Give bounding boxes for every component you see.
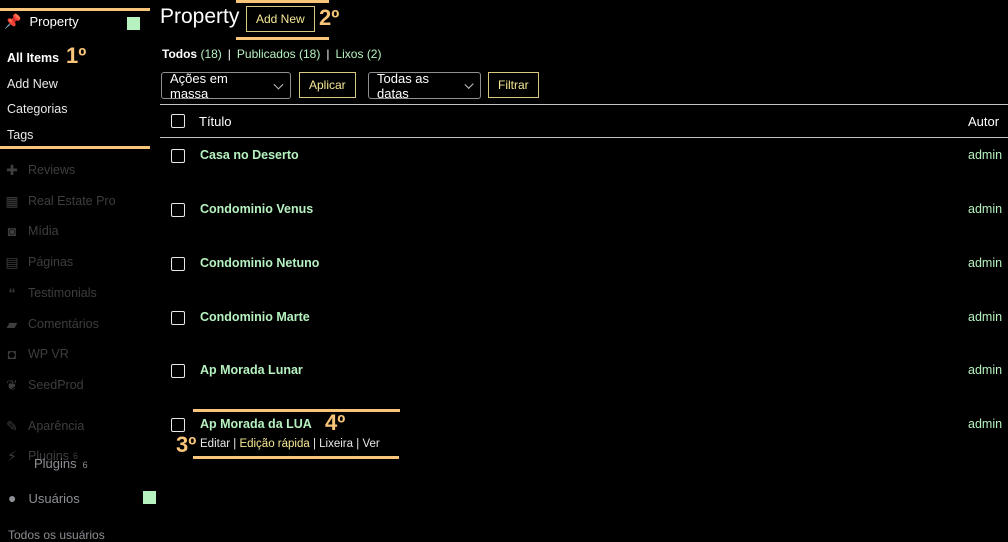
submenu-all-items[interactable]: All Items [7,51,59,65]
pages-icon: ▤ [5,254,19,270]
column-title-header[interactable]: Título [199,114,232,129]
sidebar-item-real-estate-pro[interactable]: ▦ Real Estate Pro [4,193,116,209]
sidebar-item-usuarios[interactable]: ● Usuários [8,490,80,506]
column-author-header: Autor [968,114,1000,129]
row-actions: Editar | Edição rápida | Lixeira | Ver [200,438,380,450]
apply-button[interactable]: Aplicar [299,72,356,98]
row-title-link[interactable]: Casa no Deserto [200,148,299,162]
trash-link[interactable]: Lixeira [319,438,353,450]
sidebar-item-label: Real Estate Pro [28,194,116,208]
admin-sidebar: 📌 Property All Items 1º Add New Categori… [0,0,156,542]
row-title-link[interactable]: Ap Morada Lunar [200,363,303,377]
annotation-line [236,37,329,40]
sidebar-item-seedprod[interactable]: ❦ SeedProd [4,377,84,393]
row-author[interactable]: admin [968,310,1002,324]
row-author[interactable]: admin [968,148,1002,162]
select-all-checkbox[interactable] [171,114,185,128]
sidebar-item-label: Reviews [28,163,76,177]
add-new-button[interactable]: Add New [246,6,315,32]
annotation-step3: 3º [176,432,197,457]
sidebar-item-reviews[interactable]: ✚ Reviews [4,162,75,178]
submenu-todos-usuarios[interactable]: Todos os usuários [8,528,105,542]
sidebar-item-testimonials[interactable]: “ Testimonials [4,285,97,301]
sidebar-item-label: Testimonials [28,286,97,300]
row-checkbox[interactable] [171,149,185,163]
pin-icon: 📌 [4,13,22,29]
leaf-icon: ❦ [6,377,18,393]
sidebar-item-label: Mídia [28,224,59,238]
sidebar-item-wp-vr[interactable]: ◘ WP VR [4,346,69,362]
comment-icon: ▰ [6,316,18,332]
sidebar-item-label: Usuários [28,490,80,506]
row-title-link[interactable]: Condominio Venus [200,202,313,216]
row-author[interactable]: admin [968,256,1002,270]
row-checkbox[interactable] [171,203,185,217]
quote-icon: “ [8,285,16,301]
sidebar-item-paginas[interactable]: ▤ Páginas [4,254,73,270]
plugin-icon: ⚡ [7,448,17,464]
row-checkbox[interactable] [171,257,185,271]
dates-select[interactable]: Todas as datas [368,71,481,101]
status-filters: Todos (18) | Publicados (18) | Lixos (2) [162,47,382,61]
sidebar-item-label: Páginas [28,255,74,269]
row-author[interactable]: admin [968,363,1002,377]
annotation-line [193,456,399,459]
view-link[interactable]: Ver [362,438,379,450]
sidebar-item-property[interactable]: 📌 Property [4,13,79,30]
row-title-link[interactable]: Condominio Netuno [200,256,319,270]
sidebar-item-label: Property [29,14,79,29]
quick-edit-link[interactable]: Edição rápida [239,438,309,450]
sidebar-item-label: Comentários [28,317,99,331]
filter-button[interactable]: Filtrar [488,72,539,98]
annotation-step4: 4º [325,410,346,435]
sidebar-item-comentarios[interactable]: ▰ Comentários [4,316,99,332]
building-icon: ▦ [5,193,19,209]
highlight-marker [143,491,156,504]
edit-link[interactable]: Editar [200,438,230,450]
row-checkbox[interactable] [171,311,185,325]
sidebar-item-label: SeedProd [28,378,84,392]
bulk-actions-select[interactable]: Ações em massa [161,71,291,101]
submenu-add-new[interactable]: Add New [7,77,58,91]
pin-icon: ✚ [6,162,18,178]
chevron-down-icon [273,79,284,89]
row-title-link[interactable]: Condominio Marte [200,310,310,324]
page-title: Property [160,5,240,28]
ghost-plugins-label: Plugins 6 [34,456,88,471]
row-author[interactable]: admin [968,417,1002,431]
sidebar-item-label: WP VR [28,347,69,361]
annotation-step2: 2º [319,5,340,30]
filter-todos[interactable]: Todos (18) [162,47,222,61]
annotation-line [236,0,329,3]
submenu-categorias[interactable]: Categorias [7,102,67,116]
annotation-step1: 1º [66,43,87,68]
annotation-line [193,409,400,412]
table-header [160,104,1008,138]
chevron-down-icon [464,79,474,89]
annotation-line [0,8,150,11]
row-checkbox[interactable] [171,418,185,432]
row-author[interactable]: admin [968,202,1002,216]
row-checkbox[interactable] [171,364,185,378]
media-icon: ◙ [7,223,17,239]
user-icon: ● [8,490,17,506]
filter-lixos[interactable]: Lixos (2) [335,47,381,61]
annotation-line [0,146,150,149]
row-title-link[interactable]: Ap Morada da LUA [200,417,312,431]
filter-publicados[interactable]: Publicados (18) [237,47,320,61]
sidebar-item-label: Aparência [28,419,85,433]
submenu-tags[interactable]: Tags [7,128,33,142]
vr-icon: ◘ [7,346,17,362]
highlight-marker [127,17,140,30]
sidebar-item-midia[interactable]: ◙ Mídia [4,223,59,239]
sidebar-item-aparencia[interactable]: ✎ Aparência [4,418,84,434]
brush-icon: ✎ [6,418,18,434]
